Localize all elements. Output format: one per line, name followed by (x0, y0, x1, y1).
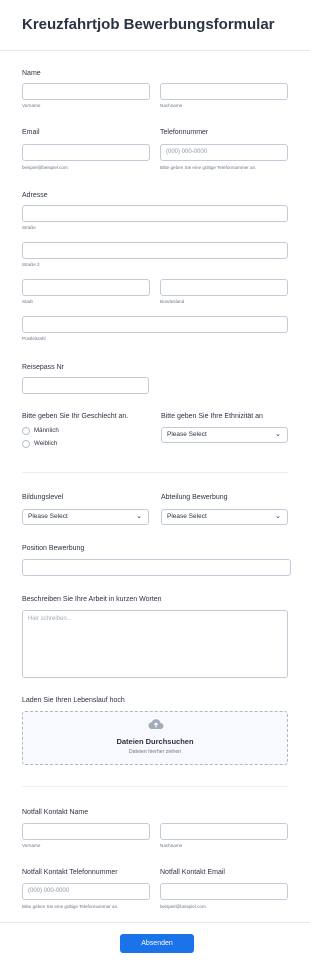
address-label: Adresse (22, 192, 48, 199)
submit-button[interactable]: Absenden (120, 934, 194, 953)
zip-sublabel: Postleitzahl (22, 336, 46, 341)
department-value: Please Select (167, 513, 207, 520)
department-select[interactable]: Please Select ⌄ (161, 509, 288, 525)
department-label: Abteilung Bewerbung (161, 494, 228, 501)
last-name-sublabel: Nachname (160, 103, 183, 108)
street2-sublabel: Straße 2 (22, 262, 40, 267)
emergency-email-input[interactable] (160, 883, 288, 900)
email-input[interactable] (22, 144, 150, 161)
section-divider-1 (22, 472, 288, 473)
city-input[interactable] (22, 279, 150, 296)
education-value: Please Select (28, 513, 68, 520)
radio-female[interactable] (22, 440, 30, 448)
first-name-sublabel: Vorname (22, 103, 41, 108)
email-label: Email (22, 129, 40, 136)
radio-female-label: Weiblich (34, 440, 58, 447)
phone-sublabel: Bitte geben Sie eine gültige Telefonnumm… (160, 165, 257, 170)
emergency-email-sublabel: beispiel@beispiel.com (160, 904, 206, 909)
zip-input[interactable] (22, 316, 288, 333)
section-divider-2 (22, 786, 288, 787)
title-divider (0, 50, 310, 51)
upload-label: Laden Sie Ihren Lebenslauf hoch (22, 697, 125, 704)
upload-dropzone[interactable]: Dateien Durchsuchen Dateien hierher zieh… (22, 711, 288, 765)
gender-label: Bitte geben Sie Ihr Geschlecht an. (22, 413, 129, 420)
emergency-last-name-input[interactable] (160, 823, 288, 840)
state-sublabel: Bundesland (160, 299, 185, 304)
street-input[interactable] (22, 205, 288, 222)
city-sublabel: Stadt (22, 299, 33, 304)
name-label: Name (22, 70, 41, 77)
ethnicity-value: Please Select (167, 431, 207, 438)
emergency-last-name-sublabel: Nachname (160, 843, 183, 848)
emergency-email-label: Notfall Kontakt Email (160, 869, 225, 876)
form-title: Kreuzfahrtjob Bewerbungsformular (22, 16, 275, 33)
phone-label: Telefonnummer (160, 129, 209, 136)
description-textarea[interactable]: Hier schreiben... (22, 610, 288, 678)
upload-browse-text[interactable]: Dateien Durchsuchen (23, 737, 287, 746)
chevron-down-icon: ⌄ (136, 513, 142, 520)
education-label: Bildungslevel (22, 494, 64, 501)
emergency-phone-label: Notfall Kontakt Telefonnummer (22, 869, 118, 876)
ethnicity-label: Bitte geben Sie Ihre Ethnizität an (161, 413, 263, 420)
chevron-down-icon: ⌄ (275, 431, 281, 438)
passport-label: Reisepass Nr (22, 364, 65, 371)
education-select[interactable]: Please Select ⌄ (22, 509, 149, 525)
cloud-upload-icon (148, 719, 164, 730)
radio-male-label: Männlich (34, 427, 59, 434)
emergency-first-name-input[interactable] (22, 823, 150, 840)
last-name-input[interactable] (160, 83, 288, 100)
position-input[interactable] (22, 559, 291, 576)
street-sublabel: Straße (22, 225, 36, 230)
upload-drag-text: Dateien hierher ziehen (128, 749, 182, 755)
footer-divider (0, 922, 310, 923)
radio-male[interactable] (22, 427, 30, 435)
passport-input[interactable] (22, 377, 149, 394)
chevron-down-icon: ⌄ (275, 513, 281, 520)
first-name-input[interactable] (22, 83, 150, 100)
position-label: Position Bewerbung (22, 545, 85, 552)
state-input[interactable] (160, 279, 288, 296)
street2-input[interactable] (22, 242, 288, 259)
emergency-phone-sublabel: Bitte geben Sie eine gültige Telefonnumm… (22, 904, 119, 909)
description-label: Beschreiben Sie Ihre Arbeit in kurzen Wo… (22, 596, 162, 603)
emergency-phone-input[interactable]: (000) 000-0000 (22, 883, 150, 900)
emergency-name-label: Notfall Kontakt Name (22, 809, 89, 816)
ethnicity-select[interactable]: Please Select ⌄ (161, 427, 288, 443)
email-sublabel: beispiel@beispiel.com (22, 165, 68, 170)
emergency-first-name-sublabel: Vorname (22, 843, 41, 848)
phone-input[interactable]: (000) 000-0000 (160, 144, 288, 161)
